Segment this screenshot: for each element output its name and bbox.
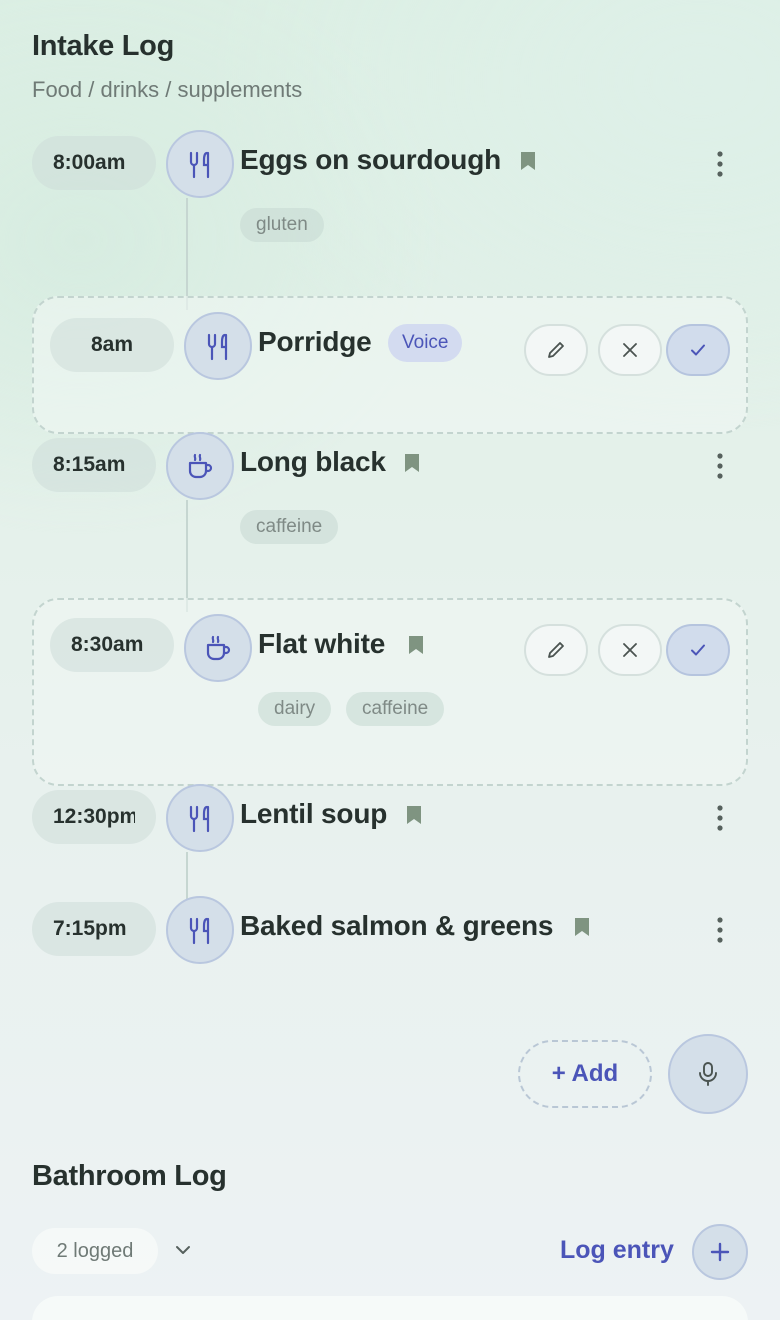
entry-time: 8:15am xyxy=(32,438,156,492)
more-options-icon[interactable] xyxy=(716,151,724,177)
confirm-button[interactable] xyxy=(666,324,730,376)
check-icon xyxy=(691,644,705,656)
bathroom-count-pill: 2 logged xyxy=(32,1228,158,1274)
bookmark-icon[interactable] xyxy=(574,917,590,937)
intake-log-title: Intake Log xyxy=(32,30,175,62)
entry-name: Porridge xyxy=(258,326,372,357)
coffee-cup-icon xyxy=(184,614,252,682)
entry-time: 12:30pm xyxy=(32,790,156,844)
check-icon xyxy=(691,344,705,356)
entry-time: 8:00am xyxy=(32,136,156,190)
entry-tag: dairy xyxy=(258,692,332,726)
entry-name: Eggs on sourdough xyxy=(240,144,502,175)
voice-input-button[interactable] xyxy=(668,1034,748,1114)
voice-badge: Voice xyxy=(388,324,463,362)
edit-button[interactable] xyxy=(524,324,588,376)
more-options-icon[interactable] xyxy=(716,917,724,943)
entry-name: Flat white xyxy=(258,628,386,659)
discard-button[interactable] xyxy=(598,324,662,376)
timeline-connector xyxy=(186,852,188,900)
add-entry-button[interactable]: + Add xyxy=(518,1040,652,1108)
chevron-down-icon[interactable] xyxy=(174,1243,192,1257)
pencil-icon xyxy=(548,342,564,358)
bookmark-icon[interactable] xyxy=(520,151,536,171)
fork-knife-icon xyxy=(166,130,234,198)
entry-time: 7:15pm xyxy=(32,902,156,956)
log-entry-link[interactable]: Log entry xyxy=(560,1236,674,1265)
timeline-connector xyxy=(186,198,188,310)
more-options-icon[interactable] xyxy=(716,453,724,479)
pencil-icon xyxy=(548,642,564,658)
close-icon xyxy=(623,343,637,357)
entry-tag: caffeine xyxy=(346,692,445,726)
entry-time: 8am xyxy=(50,318,174,372)
intake-log-subtitle: Food / drinks / supplements xyxy=(32,77,303,102)
more-options-icon[interactable] xyxy=(716,805,724,831)
plus-icon xyxy=(710,1242,730,1262)
fork-knife-icon xyxy=(184,312,252,380)
microphone-icon xyxy=(699,1062,717,1086)
fork-knife-icon xyxy=(166,784,234,852)
bathroom-entry-card xyxy=(32,1296,748,1320)
entry-name: Baked salmon & greens xyxy=(240,910,554,941)
discard-button[interactable] xyxy=(598,624,662,676)
bookmark-icon[interactable] xyxy=(406,805,422,825)
bookmark-icon[interactable] xyxy=(404,453,420,473)
bookmark-icon[interactable] xyxy=(408,635,424,655)
close-icon xyxy=(623,643,637,657)
bathroom-log-title: Bathroom Log xyxy=(32,1160,227,1192)
entry-time: 8:30am xyxy=(50,618,174,672)
entry-name: Lentil soup xyxy=(240,798,388,829)
entry-tag: caffeine xyxy=(240,510,339,544)
fork-knife-icon xyxy=(166,896,234,964)
confirm-button[interactable] xyxy=(666,624,730,676)
coffee-cup-icon xyxy=(166,432,234,500)
entry-tag: gluten xyxy=(240,208,324,242)
log-entry-add-button[interactable] xyxy=(692,1224,748,1280)
timeline-connector xyxy=(186,500,188,612)
edit-button[interactable] xyxy=(524,624,588,676)
entry-name: Long black xyxy=(240,446,386,477)
